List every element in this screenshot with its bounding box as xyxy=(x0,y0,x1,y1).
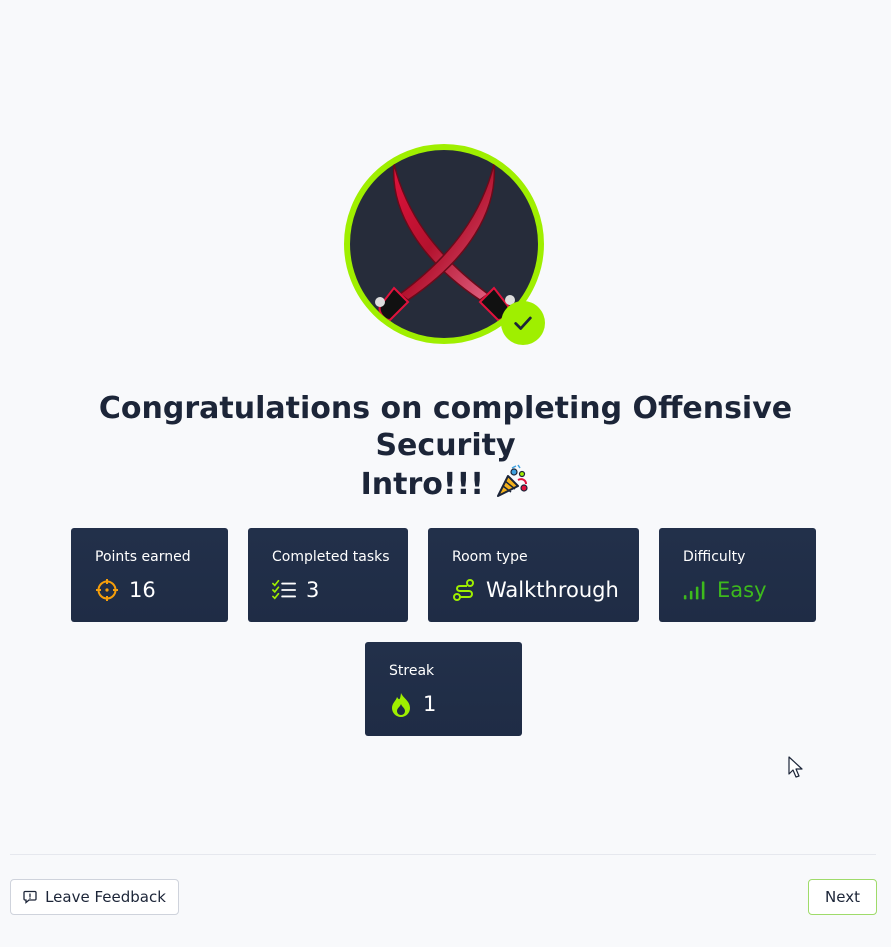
next-label: Next xyxy=(825,888,860,906)
room-type-value: Walkthrough xyxy=(486,578,619,602)
crosshair-icon xyxy=(95,578,119,602)
leave-feedback-label: Leave Feedback xyxy=(45,888,166,906)
points-earned-label: Points earned xyxy=(95,549,191,565)
message-icon xyxy=(23,890,37,904)
checkmark-icon xyxy=(514,316,532,330)
next-button[interactable]: Next xyxy=(808,879,877,915)
streak-card: Streak 1 xyxy=(365,642,522,736)
completed-check-badge xyxy=(501,301,545,345)
room-badge xyxy=(344,144,545,345)
heading-line-1: Congratulations on completing Offensive … xyxy=(98,391,793,463)
room-type-label: Room type xyxy=(452,549,528,565)
heading-line-2: Intro!!! xyxy=(360,467,484,502)
checklist-icon xyxy=(272,578,296,602)
completed-tasks-card: Completed tasks 3 xyxy=(248,528,408,622)
completion-heading: Congratulations on completing Offensive … xyxy=(40,390,851,509)
room-type-card: Room type Walkthrough xyxy=(428,528,639,622)
route-icon xyxy=(452,578,476,602)
flame-icon xyxy=(389,692,413,717)
difficulty-value: Easy xyxy=(717,578,767,602)
completed-tasks-value: 3 xyxy=(306,578,320,602)
points-earned-card: Points earned 16 xyxy=(71,528,228,622)
signal-bars-icon xyxy=(683,578,707,602)
party-popper-icon xyxy=(494,464,530,509)
mouse-cursor-icon xyxy=(788,756,804,784)
difficulty-label: Difficulty xyxy=(683,549,746,565)
points-earned-value: 16 xyxy=(129,578,156,602)
leave-feedback-button[interactable]: Leave Feedback xyxy=(10,879,179,915)
footer-divider xyxy=(10,854,876,855)
completed-tasks-label: Completed tasks xyxy=(272,549,390,565)
streak-value: 1 xyxy=(423,692,437,716)
difficulty-card: Difficulty Easy xyxy=(659,528,816,622)
streak-label: Streak xyxy=(389,663,435,679)
